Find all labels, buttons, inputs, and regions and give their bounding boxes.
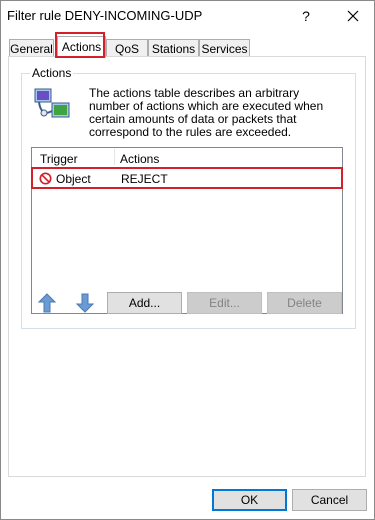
title-bar[interactable]: Filter rule DENY-INCOMING-UDP ? — [1, 1, 374, 31]
tab-highlight-annotation — [55, 32, 105, 58]
help-button[interactable]: ? — [286, 1, 326, 31]
network-info-icon — [34, 88, 70, 118]
arrow-up-icon — [38, 293, 56, 313]
row-trigger: Object — [56, 172, 91, 186]
add-button[interactable]: Add... — [107, 292, 182, 314]
column-separator — [114, 149, 115, 165]
column-header-actions[interactable]: Actions — [120, 152, 159, 166]
tab-services[interactable]: Services — [199, 39, 250, 57]
actions-group-label: Actions — [30, 66, 74, 80]
move-up-button[interactable] — [32, 292, 62, 314]
tab-general[interactable]: General — [9, 39, 54, 57]
arrow-down-icon — [76, 293, 94, 313]
ok-button[interactable]: OK — [212, 489, 287, 511]
close-icon — [347, 10, 358, 22]
tab-qos[interactable]: QoS — [106, 39, 148, 57]
cancel-button[interactable]: Cancel — [292, 489, 367, 511]
move-down-button[interactable] — [70, 292, 100, 314]
table-row[interactable]: Object REJECT — [31, 167, 343, 189]
close-button[interactable] — [331, 1, 374, 31]
window-title: Filter rule DENY-INCOMING-UDP — [7, 8, 203, 23]
edit-button[interactable]: Edit... — [187, 292, 262, 314]
row-action: REJECT — [121, 172, 168, 186]
prohibited-icon — [39, 172, 52, 185]
tab-stations[interactable]: Stations — [148, 39, 199, 57]
column-header-trigger[interactable]: Trigger — [40, 152, 78, 166]
actions-description: The actions table describes an arbitrary… — [89, 86, 324, 139]
delete-button[interactable]: Delete — [267, 292, 342, 314]
